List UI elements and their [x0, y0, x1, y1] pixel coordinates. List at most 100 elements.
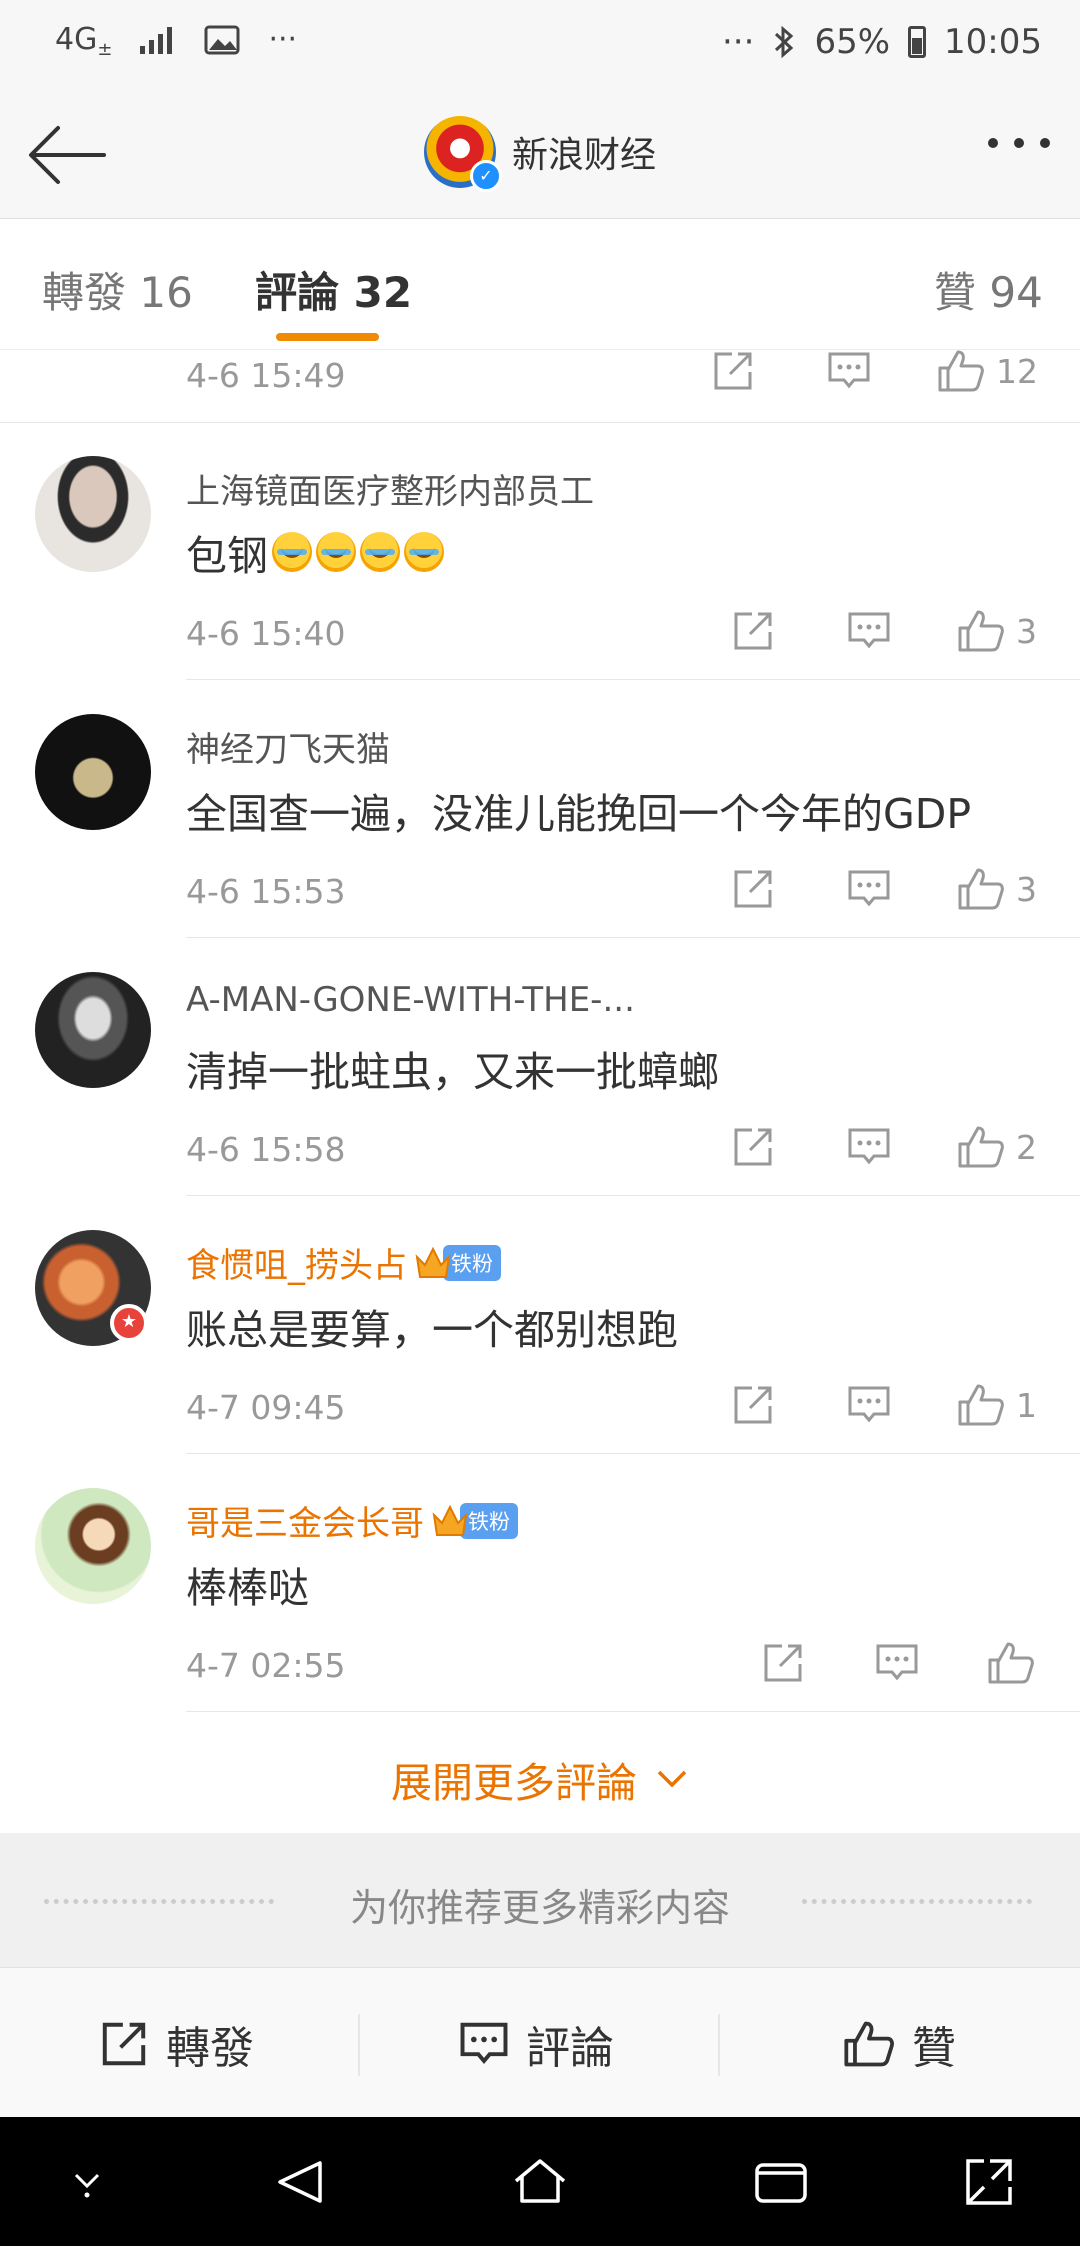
commenter-name[interactable]: 上海镜面医疗整形内部员工	[186, 464, 594, 513]
comment-icon	[848, 1386, 890, 1423]
avatar[interactable]	[35, 714, 151, 830]
like-button[interactable]: 1	[956, 1380, 1037, 1430]
verified-icon: ✓	[469, 160, 502, 192]
commenter-name[interactable]: 食惯咀_捞头占	[186, 1238, 407, 1287]
repost-icon	[734, 870, 772, 908]
fan-badge: 铁粉	[430, 1501, 518, 1541]
comment-button[interactable]	[874, 1638, 920, 1688]
laugh-cry-emoji-icon	[316, 532, 356, 572]
comment-text-row: 清掉一批蛀虫，又来一批蟑螂	[186, 1038, 719, 1098]
tab-comments[interactable]: 評論 32	[255, 259, 412, 320]
commenter-name-row: 哥是三金会长哥 铁粉	[186, 1496, 518, 1545]
repost-button[interactable]	[730, 864, 776, 914]
avatar[interactable]	[35, 456, 151, 572]
commenter-name[interactable]: 神经刀飞天猫	[186, 722, 390, 771]
nav-down-icon[interactable]	[62, 2155, 112, 2205]
title-bar: ✓ 新浪财经	[0, 92, 1080, 219]
like-icon	[988, 1642, 1034, 1684]
comment-icon	[460, 2022, 508, 2065]
avatar[interactable]	[35, 1488, 151, 1604]
laugh-cry-emoji-icon	[360, 532, 400, 572]
comment-action[interactable]: 評論	[458, 2012, 614, 2076]
commenter-name-row: 食惯咀_捞头占 铁粉	[186, 1238, 501, 1287]
nav-home-icon[interactable]	[510, 2155, 570, 2209]
comment-item: 神经刀飞天猫 全国查一遍，没准儿能挽回一个今年的GDP 4-6 15:53 3	[0, 680, 1080, 938]
repost-action[interactable]: 轉發	[98, 2012, 254, 2076]
divider	[358, 2014, 360, 2076]
laugh-cry-emoji-icon	[272, 532, 312, 572]
expand-more-label: 展開更多評論	[391, 1759, 637, 1807]
comment-text: 包钢	[186, 532, 268, 580]
repost-button[interactable]	[730, 606, 776, 656]
avatar[interactable]	[35, 972, 151, 1088]
like-button[interactable]: 12	[936, 346, 1038, 396]
like-button[interactable]: 3	[956, 606, 1037, 656]
like-action[interactable]: 贊	[842, 2012, 956, 2076]
repost-button[interactable]	[730, 1122, 776, 1172]
comment-text-row: 全国查一遍，没准儿能挽回一个今年的GDP	[186, 780, 971, 840]
repost-button[interactable]	[760, 1638, 806, 1688]
comment-text: 棒棒哒	[186, 1564, 309, 1612]
commenter-name[interactable]: A-MAN-GONE-WITH-THE-...	[186, 980, 635, 1020]
like-button[interactable]: 3	[956, 864, 1037, 914]
status-overflow-right: ···	[722, 22, 755, 62]
repost-icon	[102, 2022, 146, 2066]
comment-item: 食惯咀_捞头占 铁粉 账总是要算，一个都别想跑 4-7 09:45 1	[0, 1196, 1080, 1454]
page-title: 新浪财经	[511, 135, 656, 176]
member-badge-icon	[110, 1304, 148, 1342]
comment-icon	[848, 870, 890, 907]
repost-button[interactable]	[710, 346, 756, 396]
recommend-divider: 为你推荐更多精彩内容	[0, 1833, 1080, 1967]
like-count: 2	[1016, 1127, 1037, 1167]
like-count: 3	[1016, 611, 1037, 651]
repost-icon	[734, 1386, 772, 1424]
repost-icon	[734, 1128, 772, 1166]
nav-recent-icon[interactable]	[752, 2155, 810, 2209]
comment-time: 4-7 02:55	[186, 1646, 346, 1685]
comment-item: 哥是三金会长哥 铁粉 棒棒哒 4-7 02:55	[0, 1454, 1080, 1712]
like-button[interactable]	[986, 1638, 1036, 1688]
expand-more-button[interactable]: 展開更多評論	[0, 1713, 1080, 1833]
comment-time: 4-6 15:49	[186, 356, 346, 395]
account-header[interactable]: ✓ 新浪财经	[0, 116, 1080, 192]
comment-icon	[828, 352, 870, 389]
crown-icon	[432, 1504, 468, 1536]
comment-button[interactable]	[846, 606, 892, 656]
tab-likes[interactable]: 贊 94	[934, 259, 1043, 320]
repost-icon	[734, 612, 772, 650]
bottom-action-bar: 轉發 評論 贊	[0, 1967, 1080, 2118]
image-icon	[204, 25, 240, 54]
status-bar: 4G± ··· ··· 65% 10:05	[0, 0, 1080, 92]
commenter-name[interactable]: 哥是三金会长哥	[186, 1496, 424, 1545]
crown-icon	[415, 1246, 451, 1278]
network-indicator: 4G±	[55, 22, 113, 60]
clock: 10:05	[944, 22, 1042, 62]
comment-button[interactable]	[846, 1380, 892, 1430]
more-icon[interactable]	[988, 138, 1050, 148]
like-button[interactable]: 2	[956, 1122, 1037, 1172]
comment-time: 4-7 09:45	[186, 1388, 346, 1427]
account-avatar: ✓	[423, 116, 502, 192]
chevron-down-icon	[657, 1770, 687, 1788]
system-nav-bar	[0, 2117, 1080, 2246]
like-icon	[844, 2021, 894, 2067]
nav-expand-icon[interactable]	[962, 2155, 1016, 2209]
nav-back-icon[interactable]	[272, 2155, 326, 2209]
battery-percent: 65%	[814, 22, 891, 62]
tab-reposts[interactable]: 轉發 16	[42, 259, 193, 320]
comment-button[interactable]	[826, 346, 872, 396]
dotted-line	[802, 1899, 1032, 1904]
repost-button[interactable]	[730, 1380, 776, 1430]
comment-button[interactable]	[846, 1122, 892, 1172]
comment-text-row: 棒棒哒	[186, 1554, 309, 1614]
battery-icon	[908, 26, 927, 58]
comment-row-partial: 4-6 15:49 12	[0, 350, 1080, 423]
comment-time: 4-6 15:58	[186, 1130, 346, 1169]
like-icon	[958, 1126, 1004, 1168]
laugh-cry-emoji-icon	[404, 532, 444, 572]
like-icon	[958, 610, 1004, 652]
comment-button[interactable]	[846, 864, 892, 914]
comment-item: 上海镜面医疗整形内部员工 包钢 4-6 15:40 3	[0, 422, 1080, 680]
status-overflow: ···	[268, 22, 298, 57]
like-icon	[958, 1384, 1004, 1426]
